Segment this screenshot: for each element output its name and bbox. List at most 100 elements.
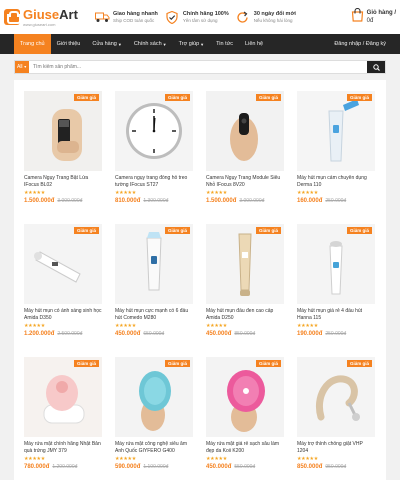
search-button[interactable] <box>367 61 385 73</box>
sale-price: 1.200.000đ <box>24 331 55 337</box>
product-name[interactable]: Máy trợ thính chống giật VHP 1204 <box>297 441 375 454</box>
product-prices: 450.000đ 850.000đ <box>206 331 284 337</box>
product-name[interactable]: Camera Ngụy Trang Bật Lửa IFocus BL02 <box>24 175 102 188</box>
shopping-bag-icon <box>351 7 364 27</box>
product-image[interactable]: Giảm giá <box>297 224 375 304</box>
sale-price: 810.000đ <box>115 198 141 204</box>
product-name[interactable]: Máy rửa mặt giá rẻ sạch sâu làm đẹp da K… <box>206 441 284 454</box>
nav-item-contact[interactable]: Liên hệ <box>239 34 269 54</box>
product-name[interactable]: Máy hút mụn có ánh sáng sinh học Amida D… <box>24 308 102 321</box>
nav-item-home[interactable]: Trang chủ <box>14 34 51 54</box>
product-name[interactable]: Máy hút mụn cám chuyên dụng Derma 110 <box>297 175 375 188</box>
product-name[interactable]: Camera Ngụy Trang Module Siêu Nhỏ IFocus… <box>206 175 284 188</box>
product-card[interactable]: Giảm giá Máy rửa mặt chính hãng Nhật Bản… <box>24 357 102 470</box>
category-select[interactable]: All ▼ <box>15 61 29 73</box>
product-card[interactable]: Giảm giá Camera Ngụy Trang Module Siêu N… <box>206 91 284 204</box>
rating-stars: ★★★★★ <box>206 190 227 196</box>
product-image[interactable]: Giảm giá <box>115 224 193 304</box>
nav-item-help[interactable]: Trợ giúp ▼ <box>173 34 211 54</box>
sale-badge: Giảm giá <box>164 227 190 234</box>
nav-item-policy[interactable]: Chính sách ▼ <box>128 34 173 54</box>
product-card[interactable]: Giảm giá Camera ngụy trang đồng hồ treo … <box>115 91 193 204</box>
rating-stars: ★★★★★ <box>115 323 136 329</box>
cart-button[interactable]: Giỏ hàng / 0đ <box>351 7 396 27</box>
login-register-link[interactable]: Đăng nhập / Đăng ký <box>334 41 400 47</box>
mini-camera-image <box>230 113 258 161</box>
site-logo[interactable]: GiuseArt www.giuseart.com <box>4 8 88 27</box>
feature-list: Giao hàng nhanh Ship COD toàn quốc Chính… <box>88 10 351 24</box>
search-bar: All ▼ <box>14 60 386 74</box>
top-header: GiuseArt www.giuseart.com Giao hàng nhan… <box>0 0 400 34</box>
nav-label: Trợ giúp <box>178 41 200 47</box>
product-name[interactable]: Máy rửa mặt công nghệ siêu âm Anh Quốc G… <box>115 441 193 454</box>
original-price: 250.000đ <box>325 198 347 204</box>
sale-price: 450.000đ <box>115 331 141 337</box>
product-prices: 780.000đ 1.200.000đ <box>24 464 102 470</box>
chevron-down-icon: ▼ <box>23 65 28 69</box>
product-image[interactable]: Giảm giá <box>24 224 102 304</box>
product-card[interactable]: Giảm giá Máy hút mụn giá rẻ 4 đầu hút Ha… <box>297 224 375 337</box>
product-prices: 450.000đ 550.000đ <box>206 464 284 470</box>
product-name[interactable]: Máy hút mụn cực mạnh có 6 đầu hút Comedo… <box>115 308 193 321</box>
rating-stars: ★★★★★ <box>206 323 227 329</box>
product-image[interactable]: Giảm giá <box>206 91 284 171</box>
nav-item-shop[interactable]: Cửa hàng ▼ <box>86 34 127 54</box>
sale-price: 780.000đ <box>24 464 50 470</box>
category-select-label: All <box>16 64 23 70</box>
product-image[interactable]: Giảm giá <box>24 91 102 171</box>
sale-price: 160.000đ <box>297 198 323 204</box>
derma-device-image <box>328 99 359 162</box>
sale-price: 190.000đ <box>297 331 323 337</box>
sale-price: 450.000đ <box>206 464 232 470</box>
product-card[interactable]: Giảm giá Máy hút mụn có ánh sáng sinh họ… <box>24 224 102 337</box>
sale-badge: Giảm giá <box>255 94 281 101</box>
product-image[interactable]: Giảm giá <box>115 357 193 437</box>
nav-item-news[interactable]: Tin tức <box>210 34 239 54</box>
product-card[interactable]: Giảm giá Máy rửa mặt giá rẻ sạch sâu làm… <box>206 357 284 470</box>
product-prices: 1.200.000đ 2.500.000đ <box>24 331 102 337</box>
rating-stars: ★★★★★ <box>115 190 136 196</box>
product-image[interactable]: Giảm giá <box>297 357 375 437</box>
original-price: 1.200.000đ <box>52 464 78 470</box>
product-name[interactable]: Camera ngụy trang đồng hồ treo tường IFo… <box>115 175 193 188</box>
logo-bag-icon <box>4 9 21 25</box>
nav-label: Liên hệ <box>245 41 264 47</box>
logo-text-giuse: Giuse <box>23 6 60 22</box>
sale-badge: Giảm giá <box>73 227 99 234</box>
rating-stars: ★★★★★ <box>24 323 45 329</box>
product-card[interactable]: Giảm giá Camera Ngụy Trang Bật Lửa IFocu… <box>24 91 102 204</box>
product-image[interactable]: Giảm giá <box>24 357 102 437</box>
product-image[interactable]: Giảm giá <box>206 224 284 304</box>
rating-stars: ★★★★★ <box>297 456 318 462</box>
rating-stars: ★★★★★ <box>115 456 136 462</box>
product-card[interactable]: Giảm giá Máy trợ thính chống giật VHP 12… <box>297 357 375 470</box>
product-name[interactable]: Máy hút mụn đầu đen cao cấp Amida D250 <box>206 308 284 321</box>
product-card[interactable]: Giảm giá Máy hút mụn cám chuyên dụng Der… <box>297 91 375 204</box>
product-name[interactable]: Máy hút mụn giá rẻ 4 đầu hút Hanna 115 <box>297 308 375 321</box>
product-name[interactable]: Máy rửa mặt chính hãng Nhật Bản quà trứn… <box>24 441 102 454</box>
sale-badge: Giảm giá <box>255 227 281 234</box>
product-card[interactable]: Giảm giá Máy hút mụn cực mạnh có 6 đầu h… <box>115 224 193 337</box>
product-card[interactable]: Giảm giá Máy rửa mặt công nghệ siêu âm A… <box>115 357 193 470</box>
hanna-115-image <box>329 241 343 295</box>
truck-icon <box>94 10 110 24</box>
sale-badge: Giảm giá <box>346 227 372 234</box>
logo-text: GiuseArt <box>23 8 78 21</box>
nav-label: Tin tức <box>216 41 234 47</box>
product-prices: 810.000đ 1.300.000đ <box>115 198 193 204</box>
product-image[interactable]: Giảm giá <box>297 91 375 171</box>
amida-d350-image <box>34 251 81 283</box>
feature-subtitle: Ship COD toàn quốc <box>113 17 155 23</box>
product-prices: 590.000đ 1.100.000đ <box>115 464 193 470</box>
feature-genuine: Chính hãng 100% Yên tâm sử dụng <box>164 10 229 24</box>
search-input[interactable] <box>29 61 367 73</box>
feature-title: 30 ngày đổi mới <box>253 10 296 17</box>
nav-item-about[interactable]: Giới thiệu <box>51 34 87 54</box>
rating-stars: ★★★★★ <box>206 456 227 462</box>
product-image[interactable]: Giảm giá <box>206 357 284 437</box>
product-card[interactable]: Giảm giá Máy hút mụn đầu đen cao cấp Ami… <box>206 224 284 337</box>
giyfero-g400-image <box>139 371 171 431</box>
nav-label: Cửa hàng <box>92 41 117 47</box>
product-image[interactable]: Giảm giá <box>115 91 193 171</box>
feature-shipping: Giao hàng nhanh Ship COD toàn quốc <box>94 10 158 24</box>
